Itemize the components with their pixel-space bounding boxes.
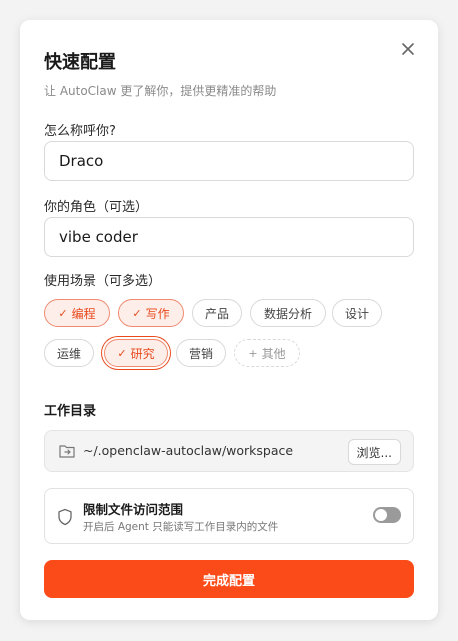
chip-product[interactable]: 产品 [192,299,242,327]
chip-marketing[interactable]: 营销 [176,339,226,367]
chip-data-analysis[interactable]: 数据分析 [250,299,326,327]
quick-setup-dialog: 快速配置 让 AutoClaw 更了解你，提供更精准的帮助 怎么称呼你? 你的角… [20,20,438,620]
check-icon: ✓ [58,306,68,320]
toggle-knob [375,509,387,521]
chip-other[interactable]: + 其他 [234,339,300,367]
folder-icon [59,445,75,458]
role-label: 你的角色（可选） [44,200,149,215]
chip-label: 设计 [344,306,369,321]
check-icon: ✓ [117,346,127,360]
chip-label: 运维 [56,346,81,361]
chip-writing[interactable]: ✓ 写作 [118,299,184,327]
chip-label: 其他 [261,346,286,361]
role-input[interactable] [44,217,414,257]
chip-design[interactable]: 设计 [332,299,382,327]
chip-label: 产品 [204,306,229,321]
workdir-field: ~/.openclaw-autoclaw/workspace 浏览... [44,430,414,472]
browse-button[interactable]: 浏览... [347,439,401,465]
chip-coding[interactable]: ✓ 编程 [44,299,110,327]
workdir-path: ~/.openclaw-autoclaw/workspace [83,443,294,458]
complete-setup-button[interactable]: 完成配置 [44,560,414,598]
restrict-toggle[interactable] [373,507,401,523]
chip-ops[interactable]: 运维 [44,339,94,367]
name-label: 怎么称呼你? [44,124,116,139]
chip-research[interactable]: ✓ 研究 [104,339,168,367]
dialog-title: 快速配置 [44,52,116,73]
restrict-title: 限制文件访问范围 [83,502,184,517]
name-input[interactable] [44,141,414,181]
plus-icon: + [248,346,258,360]
chip-label: 数据分析 [263,306,312,321]
close-button[interactable] [399,40,417,58]
shield-icon [58,508,72,526]
chip-label: 营销 [188,346,213,361]
scenarios-label: 使用场景（可多选） [44,274,162,289]
close-icon [402,43,414,55]
chip-label: 写作 [145,306,170,321]
chip-label: 研究 [130,346,155,361]
workdir-title: 工作目录 [44,404,97,419]
check-icon: ✓ [132,306,142,320]
restrict-access-card: 限制文件访问范围 开启后 Agent 只能读写工作目录内的文件 [44,488,414,544]
dialog-subtitle: 让 AutoClaw 更了解你，提供更精准的帮助 [44,84,277,98]
restrict-description: 开启后 Agent 只能读写工作目录内的文件 [83,521,279,533]
chip-label: 编程 [71,306,96,321]
